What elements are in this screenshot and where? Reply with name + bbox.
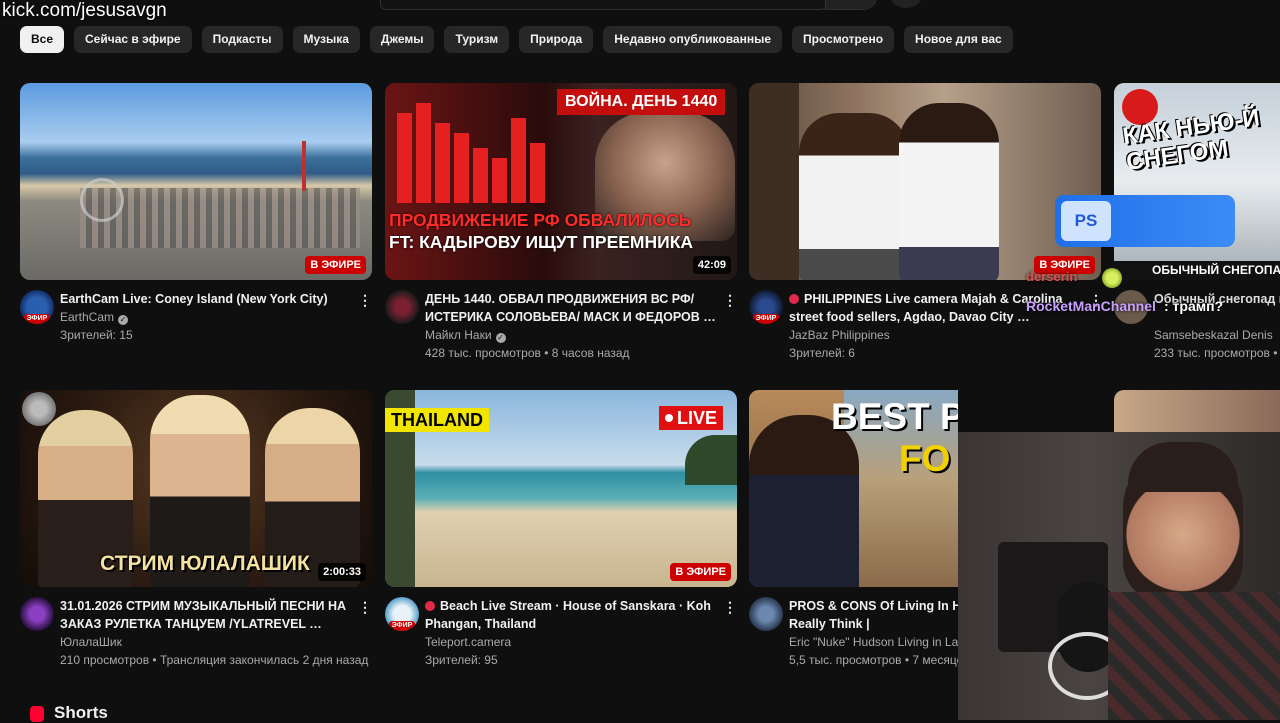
thumb-text: BEST PLACE <box>831 396 958 437</box>
thumb-top-text: ВОЙНА. ДЕНЬ 1440 <box>557 89 726 115</box>
stream-url-overlay: kick.com/jesusavgn <box>2 0 167 21</box>
ps-icon: PS <box>1061 201 1111 241</box>
chat-username: derserin <box>1026 269 1078 284</box>
video-stats: 428 тыс. просмотров • 8 часов назад <box>425 346 630 360</box>
chip-all[interactable]: Все <box>20 26 65 53</box>
video-thumbnail[interactable]: КАК НЬЮ-Й СНЕГОМ ОБЫЧНЫЙ СНЕГОПА <box>1114 83 1280 280</box>
chat-username: RocketManChannel <box>1026 298 1156 314</box>
more-vert-icon[interactable]: ⋮ <box>358 597 372 617</box>
chip-jams[interactable]: Джемы <box>369 26 435 53</box>
live-avatar-tag: ЭФИР <box>389 621 415 631</box>
video-title[interactable]: EarthCam Live: Coney Island (New York Ci… <box>60 290 358 308</box>
person-figure <box>899 103 999 280</box>
chip-new-for-you[interactable]: Новое для вас <box>904 26 1013 53</box>
video-card[interactable]: ВОЙНА. ДЕНЬ 1440 ПРОДВИЖЕНИЕ РФ ОБВАЛИЛО… <box>385 83 737 370</box>
person-figure <box>799 113 909 280</box>
video-title[interactable]: PROS & CONS Of Living In H… What LOCALS … <box>789 597 958 633</box>
channel-avatar[interactable]: ЭФИР <box>20 290 54 324</box>
video-card[interactable]: СТРИМ ЮЛАЛАШИК 2:00:33 31.01.2026 СТРИМ … <box>20 390 372 677</box>
live-dot-icon <box>425 601 435 611</box>
live-avatar-tag: ЭФИР <box>753 314 779 324</box>
more-vert-icon[interactable]: ⋮ <box>723 597 737 617</box>
channel-name[interactable]: Samsebeskazal Denis <box>1154 328 1273 342</box>
duration-badge: 42:09 <box>692 256 731 274</box>
thumb-strip: ОБЫЧНЫЙ СНЕГОПА <box>1114 261 1280 280</box>
video-stats: Зрителей: 15 <box>60 328 133 342</box>
video-stats: 233 тыс. просмотров • <box>1154 346 1278 360</box>
mic-button[interactable] <box>890 0 922 8</box>
video-stats: Зрителей: 6 <box>789 346 855 360</box>
search-button[interactable] <box>825 0 877 10</box>
video-thumbnail[interactable]: В ЭФИРЕ <box>20 83 372 280</box>
live-avatar-tag: ЭФИР <box>24 314 50 324</box>
thumb-line-2: FT: КАДЫРОВУ ИЩУТ ПРЕЕМНИКА <box>389 232 694 252</box>
thumb-line-1: ПРОДВИЖЕНИЕ РФ ОБВАЛИЛОСЬ <box>389 210 692 230</box>
live-dot-icon <box>789 294 799 304</box>
channel-avatar[interactable]: ЭФИР <box>749 290 783 324</box>
chip-music[interactable]: Музыка <box>292 26 360 53</box>
live-badge: В ЭФИРЕ <box>670 563 731 581</box>
person-figure <box>749 415 859 587</box>
channel-name[interactable]: Eric "Nuke" Hudson Living in Las <box>789 635 958 649</box>
logo-icon <box>22 392 56 426</box>
chip-live[interactable]: Сейчас в эфире <box>74 26 192 53</box>
video-title[interactable]: 31.01.2026 СТРИМ МУЗЫКАЛЬНЫЙ ПЕСНИ НА ЗА… <box>60 597 358 633</box>
thumb-label: THAILAND <box>385 408 489 432</box>
bar-graphic <box>397 103 547 203</box>
ps-overlay: PS <box>1055 195 1235 247</box>
video-title[interactable]: ДЕНЬ 1440. ОБВАЛ ПРОДВИЖЕНИЯ ВС РФ/ ИСТЕ… <box>425 290 723 326</box>
chip-tourism[interactable]: Туризм <box>444 26 510 53</box>
shorts-heading[interactable]: Shorts <box>54 703 108 723</box>
person-shirt <box>1108 592 1280 720</box>
channel-avatar[interactable] <box>20 597 54 631</box>
more-vert-icon[interactable]: ⋮ <box>358 290 372 310</box>
video-thumbnail[interactable]: THAILAND LIVE В ЭФИРЕ <box>385 390 737 587</box>
tennis-ball-icon <box>1102 268 1122 288</box>
video-thumbnail[interactable]: BEST PLACE FO <box>749 390 958 587</box>
search-input[interactable] <box>380 0 827 10</box>
channel-name[interactable]: EarthCam ✓ <box>60 310 129 325</box>
video-thumbnail[interactable]: СТРИМ ЮЛАЛАШИК 2:00:33 <box>20 390 372 587</box>
video-card[interactable]: В ЭФИРЕ ЭФИР PHILIPPINES Live camera Maj… <box>749 83 1103 370</box>
video-stats: Зрителей: 95 <box>425 653 498 667</box>
chip-podcasts[interactable]: Подкасты <box>201 26 283 53</box>
channel-name[interactable]: ЮлалаШик <box>60 635 122 649</box>
more-vert-icon[interactable]: ⋮ <box>723 290 737 310</box>
thumb-text: СТРИМ ЮЛАЛАШИК <box>100 552 310 575</box>
video-thumbnail[interactable] <box>1114 390 1280 432</box>
video-card[interactable]: В ЭФИРЕ ЭФИР EarthCam Live: Coney Island… <box>20 83 372 370</box>
channel-avatar[interactable] <box>385 290 419 324</box>
channel-avatar[interactable] <box>749 597 783 631</box>
video-card[interactable]: BEST PLACE FO PROS & CONS Of Living In H… <box>749 390 958 690</box>
video-title[interactable]: Beach Live Stream · House of Sanskara · … <box>425 597 723 633</box>
webcam-overlay <box>958 432 1280 720</box>
chat-message: : трамп? <box>1164 298 1224 314</box>
live-badge: В ЭФИРЕ <box>305 256 366 274</box>
video-thumbnail[interactable]: ВОЙНА. ДЕНЬ 1440 ПРОДВИЖЕНИЕ РФ ОБВАЛИЛО… <box>385 83 737 280</box>
video-stats: 5,5 тыс. просмотров • 7 месяце <box>789 653 958 667</box>
verified-check-icon: ✓ <box>118 315 129 325</box>
thumb-live-label: LIVE <box>658 406 723 430</box>
thumb-text-2: FO <box>899 438 951 479</box>
video-thumbnail[interactable]: В ЭФИРЕ <box>749 83 1101 280</box>
channel-name[interactable]: Майкл Наки ✓ <box>425 328 506 343</box>
video-stats: 210 просмотров • Трансляция закончилась … <box>60 653 369 667</box>
channel-name[interactable]: Teleport.camera <box>425 635 511 649</box>
channel-name[interactable]: JazBaz Philippines <box>789 328 890 342</box>
filter-chips: Все Сейчас в эфире Подкасты Музыка Джемы… <box>20 26 1013 53</box>
video-card[interactable]: THAILAND LIVE В ЭФИРЕ ЭФИР Beach Live St… <box>385 390 737 677</box>
verified-check-icon: ✓ <box>495 333 506 343</box>
channel-avatar[interactable]: ЭФИР <box>385 597 419 631</box>
duration-badge: 2:00:33 <box>318 563 366 581</box>
chip-recent[interactable]: Недавно опубликованные <box>603 26 783 53</box>
chip-nature[interactable]: Природа <box>519 26 594 53</box>
chip-watched[interactable]: Просмотрено <box>792 26 895 53</box>
